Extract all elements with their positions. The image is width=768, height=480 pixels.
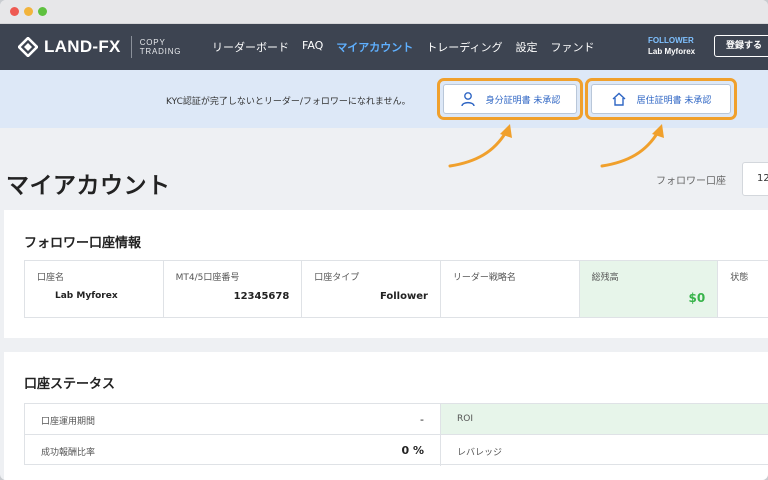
user-info[interactable]: FOLLOWER Lab Myforex [648,35,695,57]
maximize-window-button[interactable] [38,7,47,16]
info-value: 12345678 [233,291,290,302]
status-value: - [420,413,424,426]
nav-settings[interactable]: 設定 [516,39,538,55]
account-select-label: フォロワー口座 [656,176,726,187]
info-label: リーダー戦略名 [452,273,516,283]
nav-funds[interactable]: ファンド [551,39,595,55]
status-cell-leverage: レバレッジ [441,435,768,466]
status-label: 口座運用期間 [41,417,96,427]
info-cell-total-balance: 総残高 $0 [579,261,719,317]
info-label: 口座タイプ [314,273,360,283]
user-role: FOLLOWER [648,36,694,45]
brand-subtitle-line1: COPY [139,38,166,47]
top-navbar: LAND-FX COPY TRADING リーダーボード FAQ マイアカウント… [0,24,768,70]
follower-info-table: 口座名 Lab Myforex MT4/5口座番号 12345678 口座タイプ… [24,260,768,318]
info-value: Follower [379,291,428,302]
residence-document-button[interactable]: 居住証明書 未承認 [591,84,731,114]
info-cell-leader-strategy: リーダー戦略名 [441,261,580,317]
browser-window: LAND-FX COPY TRADING リーダーボード FAQ マイアカウント… [0,0,768,480]
nav-faq[interactable]: FAQ [302,39,323,55]
arrow-up-icon [448,124,512,168]
diamond-logo-icon [17,36,39,58]
status-value: 0 % [401,444,424,457]
page-title: マイアカウント [6,173,171,199]
brand-subtitle-line2: TRADING [139,47,182,56]
nav-leaderboard[interactable]: リーダーボード [212,39,289,55]
window-titlebar [0,0,768,24]
arrow-up-icon [600,124,664,168]
status-label: 成功報酬比率 [41,448,96,458]
follower-info-title: フォロワー口座情報 [24,236,142,251]
person-icon [460,92,475,107]
identity-document-label: 身分証明書 未承認 [485,95,561,106]
info-label: MT4/5口座番号 [175,273,240,283]
identity-highlight: 身分証明書 未承認 [437,78,583,120]
account-status-title: 口座ステータス [24,377,116,392]
info-cell-mt-number: MT4/5口座番号 12345678 [164,261,303,317]
info-value: $0 [688,291,706,305]
account-status-table: 口座運用期間 - ROI 成功報酬比率 0 % レバレッジ [24,403,768,466]
status-cell-operating-period: 口座運用期間 - [25,404,441,434]
brand-name: LAND-FX [44,37,121,56]
register-button[interactable]: 登録する [714,35,768,57]
main-nav: リーダーボード FAQ マイアカウント トレーディング 設定 ファンド [212,39,608,55]
residence-document-label: 居住証明書 未承認 [636,95,712,106]
status-label: レバレッジ [457,448,503,458]
brand-logo[interactable]: LAND-FX COPY TRADING [17,36,182,58]
account-status-card: 口座ステータス 口座運用期間 - ROI 成功報酬比率 0 % レバレッジ [4,352,768,480]
status-cell-roi: ROI [441,404,768,434]
info-label: 総残高 [591,273,619,283]
nav-my-account[interactable]: マイアカウント [336,39,413,55]
info-cell-account-type: 口座タイプ Follower [302,261,441,317]
status-row: 口座運用期間 - ROI [25,404,768,435]
info-label: 口座名 [37,273,65,283]
minimize-window-button[interactable] [24,7,33,16]
status-label: ROI [457,414,473,424]
residence-highlight: 居住証明書 未承認 [585,78,737,120]
info-cell-account-name: 口座名 Lab Myforex [25,261,164,317]
info-value: Lab Myforex [55,291,118,301]
info-label: 状態 [730,273,749,283]
account-select[interactable]: 12 [742,162,768,196]
info-cell-status: 状態 [718,261,768,317]
brand-subtitle: COPY TRADING [140,38,182,56]
status-row: 成功報酬比率 0 % レバレッジ [25,435,768,466]
nav-trading[interactable]: トレーディング [426,39,502,55]
close-window-button[interactable] [10,7,19,16]
follower-info-card: フォロワー口座情報 口座名 Lab Myforex MT4/5口座番号 1234… [4,210,768,338]
logo-divider [130,36,132,58]
user-name: Lab Myforex [648,47,696,56]
kyc-message: KYC認証が完了しないとリーダー/フォロワーになれません。 [166,97,411,107]
kyc-notice-bar: KYC認証が完了しないとリーダー/フォロワーになれません。 身分証明書 未承認 … [0,70,768,128]
home-icon [612,92,626,106]
status-cell-performance-fee: 成功報酬比率 0 % [25,435,441,466]
identity-document-button[interactable]: 身分証明書 未承認 [443,84,577,114]
